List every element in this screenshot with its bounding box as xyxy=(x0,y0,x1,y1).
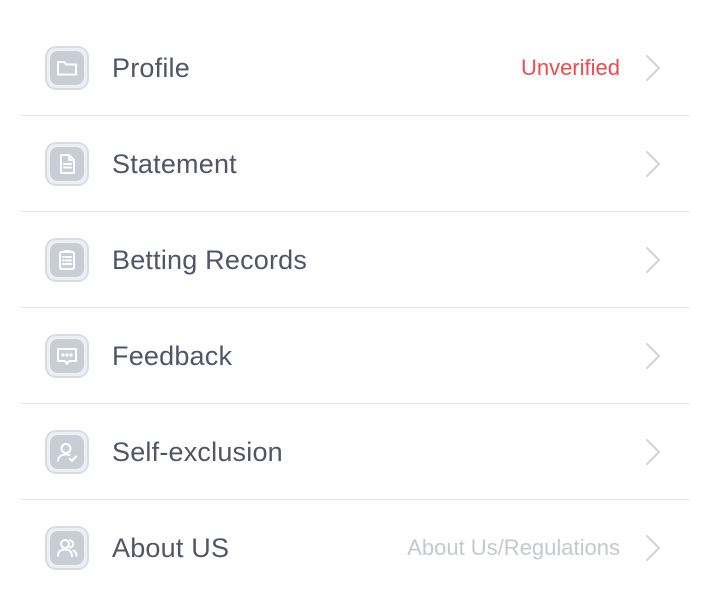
folder-icon xyxy=(45,46,89,90)
clipboard-icon xyxy=(45,238,89,282)
chevron-right-icon xyxy=(646,439,660,465)
chevron-right-icon xyxy=(646,247,660,273)
menu-item-about-us[interactable]: About US About Us/Regulations xyxy=(20,500,690,596)
menu-item-label: Betting Records xyxy=(112,244,308,275)
menu-item-label: Statement xyxy=(112,148,237,179)
menu-item-profile[interactable]: Profile Unverified xyxy=(20,20,690,116)
menu-item-self-exclusion[interactable]: Self-exclusion xyxy=(20,404,690,500)
menu-item-statement[interactable]: Statement xyxy=(20,116,690,212)
menu-item-label: About US xyxy=(112,532,230,563)
menu-item-label: Self-exclusion xyxy=(112,436,283,467)
chevron-right-icon xyxy=(646,151,660,177)
message-bubble-icon xyxy=(45,334,89,378)
chevron-right-icon xyxy=(646,55,660,81)
menu-item-label: Feedback xyxy=(112,340,233,371)
user-check-icon xyxy=(45,430,89,474)
document-icon xyxy=(45,142,89,186)
chevron-right-icon xyxy=(646,343,660,369)
verification-status: Unverified xyxy=(520,55,620,80)
settings-menu: Profile Unverified Statement Betting Rec… xyxy=(0,0,710,616)
menu-item-feedback[interactable]: Feedback xyxy=(20,308,690,404)
users-icon xyxy=(45,526,89,570)
chevron-right-icon xyxy=(646,535,660,561)
menu-item-betting-records[interactable]: Betting Records xyxy=(20,212,690,308)
menu-item-label: Profile xyxy=(112,52,190,83)
about-subtitle: About Us/Regulations xyxy=(407,535,620,560)
